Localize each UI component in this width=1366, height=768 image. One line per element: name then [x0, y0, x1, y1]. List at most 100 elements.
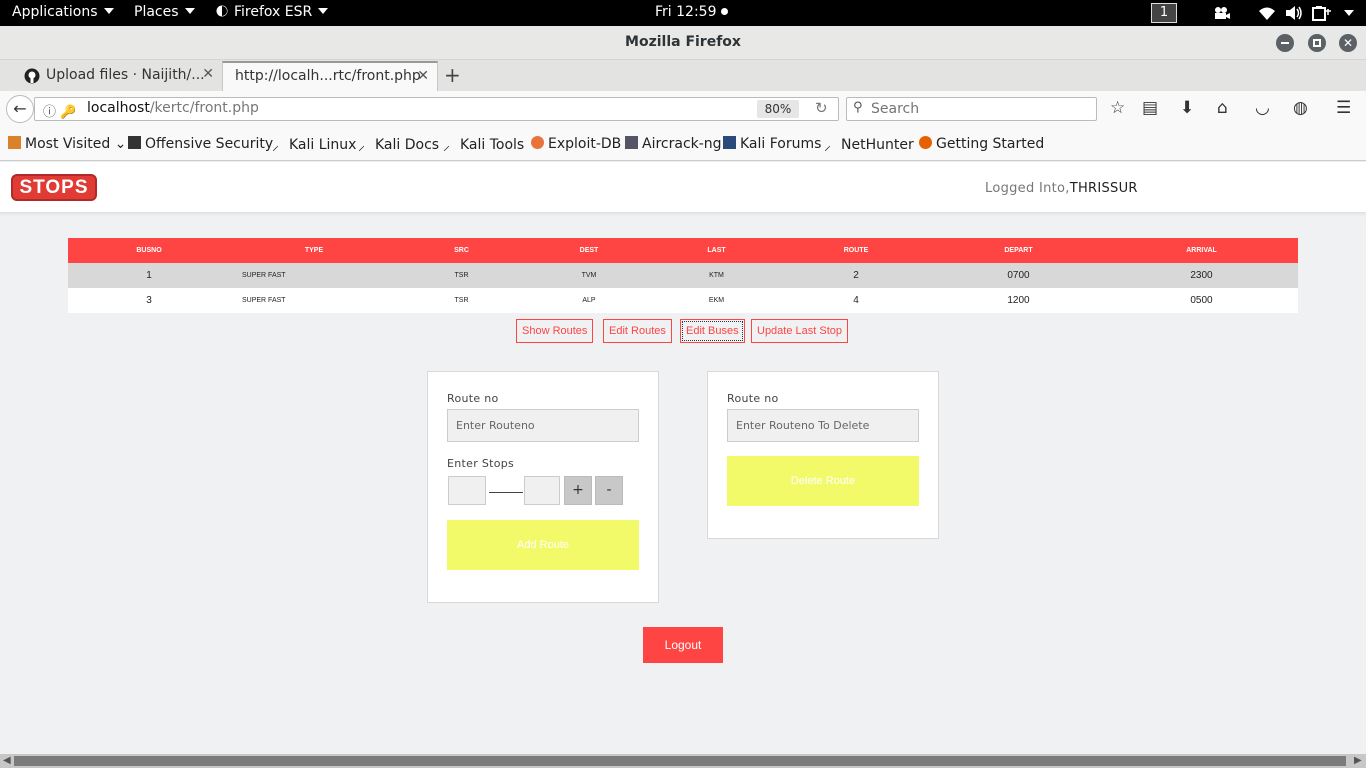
bookmark-label: Aircrack-ng — [642, 136, 722, 152]
search-input[interactable] — [871, 100, 1091, 118]
pocket-icon[interactable]: ◡ — [1255, 98, 1270, 118]
route-no-input[interactable] — [447, 409, 639, 442]
logged-prefix: Logged Into, — [985, 181, 1070, 196]
edit-routes-button[interactable]: Edit Routes — [603, 319, 672, 343]
bookmark-exploit-db[interactable]: Exploit-DB — [531, 136, 621, 152]
url-bar[interactable]: ⓘ 🔑 localhost/kertc/front.php 80% ↻ — [34, 97, 839, 121]
bookmark-label: Getting Started — [936, 136, 1045, 152]
logged-user: THRISSUR — [1069, 181, 1138, 196]
add-route-button[interactable]: Add Route — [447, 520, 639, 570]
col-header-route: ROUTE — [780, 238, 932, 263]
scroll-right-icon[interactable]: ▶ — [1354, 755, 1362, 766]
bookmark-kali-forums[interactable]: Kali Forums — [723, 136, 821, 152]
tab-label: http://localh...rtc/front.php — [235, 68, 421, 84]
cell-dest: ALP — [525, 288, 653, 313]
end-stop-input[interactable] — [524, 476, 560, 505]
cell-route: 2 — [780, 263, 932, 288]
bookmark-label: Kali Docs — [375, 137, 440, 153]
cell-src: TSR — [398, 263, 525, 288]
applications-menu[interactable]: Applications — [12, 4, 114, 20]
downloads-icon[interactable]: ⬇ — [1180, 98, 1194, 118]
col-header-arrival: ARRIVAL — [1105, 238, 1298, 263]
edit-buses-button[interactable]: Edit Buses — [680, 319, 745, 343]
back-button[interactable]: ← — [6, 95, 34, 123]
maximize-button[interactable] — [1308, 34, 1326, 52]
update-last-stop-button[interactable]: Update Last Stop — [751, 319, 849, 343]
delete-route-no-input[interactable] — [727, 409, 919, 442]
window-title: Mozilla Firefox — [625, 34, 741, 50]
logout-button[interactable]: Logout — [643, 627, 723, 663]
places-label: Places — [134, 4, 179, 20]
minimize-button[interactable] — [1276, 34, 1294, 52]
tab-strip: Upload files · Naijith/... ✕ http://loca… — [0, 60, 1366, 91]
home-icon[interactable]: ⌂ — [1217, 98, 1228, 118]
bookmark-label: Offensive Security — [145, 136, 274, 152]
col-header-type: TYPE — [230, 238, 398, 263]
hamburger-menu-icon[interactable]: ☰ — [1336, 98, 1351, 118]
wifi-icon[interactable] — [1258, 4, 1276, 22]
zoom-indicator[interactable]: 80% — [757, 100, 799, 118]
bookmark-kali-linux[interactable]: ⸝ Kali Linux — [272, 136, 356, 154]
notification-dot-icon — [720, 8, 728, 15]
close-icon: ✕ — [1342, 36, 1354, 50]
offsec-icon — [128, 136, 141, 149]
kali-forums-icon — [723, 136, 736, 149]
start-stop-input[interactable] — [448, 476, 486, 505]
tab-close-icon[interactable]: ✕ — [417, 68, 429, 84]
bookmark-most-visited[interactable]: Most Visited ⌄ — [8, 136, 126, 152]
bookmark-label: NetHunter — [841, 137, 914, 153]
logged-in-text: Logged Into,THRISSUR — [985, 181, 1138, 196]
route-no-label: Route no — [727, 392, 779, 405]
bookmark-getting-started[interactable]: Getting Started — [919, 136, 1044, 152]
bookmark-kali-tools[interactable]: ⸝ Kali Tools — [443, 136, 524, 154]
site-info-icon[interactable]: ⓘ 🔑 — [43, 101, 76, 120]
reading-list-icon[interactable]: ▤ — [1142, 98, 1158, 118]
tab-close-icon[interactable]: ✕ — [202, 66, 214, 82]
back-arrow-icon: ← — [13, 99, 27, 118]
reload-icon[interactable]: ↻ — [815, 99, 828, 117]
cell-busno: 3 — [68, 288, 230, 313]
horizontal-scrollbar[interactable]: ◀ ▶ — [0, 754, 1366, 768]
add-stop-button[interactable]: + — [564, 476, 592, 505]
cell-depart: 0700 — [932, 263, 1105, 288]
maximize-icon — [1313, 39, 1321, 47]
bookmark-label: Most Visited — [25, 136, 111, 152]
extension-globe-icon[interactable]: ◍ — [1293, 98, 1308, 118]
new-tab-button[interactable]: + — [444, 63, 461, 87]
col-header-dest: DEST — [525, 238, 653, 263]
chevron-down-icon — [318, 8, 329, 14]
bookmark-nethunter[interactable]: ⸝ NetHunter — [824, 136, 914, 154]
bookmark-kali-docs[interactable]: ⸝ Kali Docs — [358, 136, 440, 154]
close-window-button[interactable]: ✕ — [1339, 34, 1357, 52]
kali-dragon-icon: ⸝ — [358, 138, 365, 154]
video-camera-icon[interactable] — [1213, 4, 1231, 22]
volume-icon[interactable] — [1285, 4, 1303, 22]
page-content: STOPS Logged Into,THRISSUR BUSNO TYPE SR… — [0, 162, 1366, 754]
workspace-indicator[interactable]: 1 — [1151, 3, 1177, 23]
battery-icon[interactable] — [1312, 4, 1332, 22]
bookmark-aircrack-ng[interactable]: Aircrack-ng — [625, 136, 722, 152]
github-icon — [24, 68, 40, 84]
delete-route-card: Route no Delete Route — [707, 371, 939, 539]
cell-dest: TVM — [525, 263, 653, 288]
col-header-busno: BUSNO — [68, 238, 230, 263]
places-menu[interactable]: Places — [134, 4, 195, 20]
bookmark-star-icon[interactable]: ☆ — [1110, 98, 1125, 118]
url-text: localhost/kertc/front.php — [87, 100, 259, 116]
firefox-app-icon — [216, 5, 228, 17]
scroll-left-icon[interactable]: ◀ — [3, 755, 11, 766]
scrollbar-thumb[interactable] — [14, 756, 1346, 766]
tab-front-php[interactable]: http://localh...rtc/front.php ✕ — [222, 61, 438, 91]
firefox-app-menu[interactable]: Firefox ESR — [216, 4, 329, 20]
bookmark-offensive-security[interactable]: Offensive Security — [128, 136, 273, 152]
show-routes-button[interactable]: Show Routes — [516, 319, 594, 343]
delete-route-button[interactable]: Delete Route — [727, 456, 919, 506]
cell-busno: 1 — [68, 263, 230, 288]
tab-upload-files[interactable]: Upload files · Naijith/... ✕ — [14, 61, 222, 91]
remove-stop-button[interactable]: - — [595, 476, 623, 505]
cell-last: KTM — [653, 263, 780, 288]
system-menu-chevron-icon[interactable] — [1344, 10, 1354, 16]
clock[interactable]: Fri 12:59 — [655, 4, 728, 20]
search-bar[interactable]: ⚲ — [846, 97, 1097, 121]
stops-logo[interactable]: STOPS — [11, 174, 97, 201]
